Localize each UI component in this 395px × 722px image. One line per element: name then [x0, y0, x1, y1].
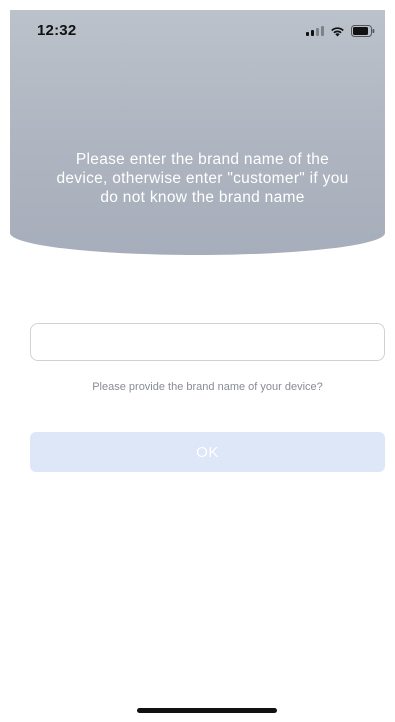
status-time: 12:32: [37, 22, 77, 39]
brand-name-hint: Please provide the brand name of your de…: [92, 381, 323, 393]
status-bar: 12:32: [10, 10, 385, 54]
brand-name-field[interactable]: [30, 323, 385, 361]
cellular-signal-icon: [306, 26, 324, 36]
phone-screen: 12:32 Please enter the brand name of the…: [10, 10, 385, 722]
wifi-icon: [330, 26, 345, 37]
brand-name-input[interactable]: [31, 324, 384, 360]
ok-button[interactable]: OK: [30, 432, 385, 472]
battery-icon: [351, 25, 375, 37]
instruction-text: Please enter the brand name of the devic…: [56, 151, 349, 206]
status-icons: [306, 24, 375, 38]
home-indicator[interactable]: [137, 708, 277, 713]
header-banner: 12:32 Please enter the brand name of the…: [10, 10, 385, 255]
